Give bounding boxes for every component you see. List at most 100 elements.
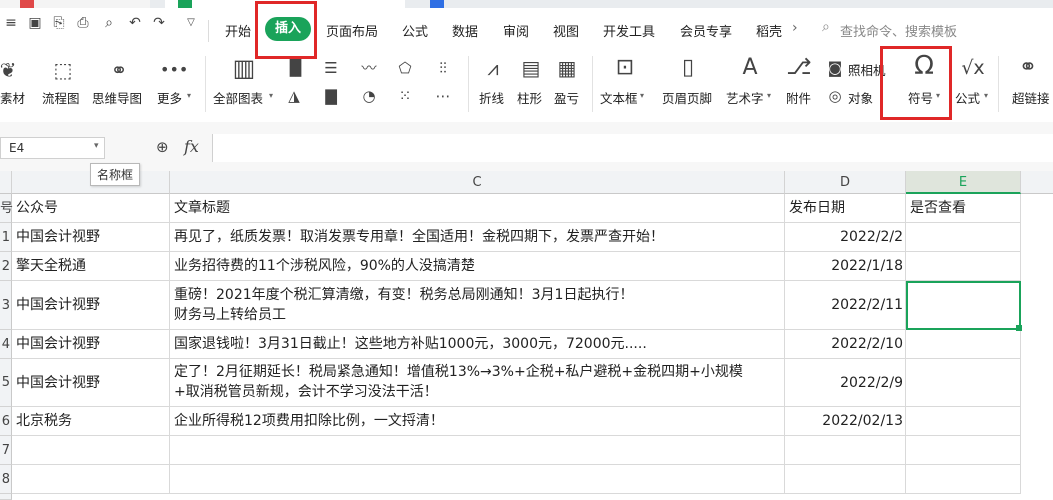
redo-icon[interactable]: ↷ [150, 14, 168, 32]
ribbon-mindmap-label[interactable]: 思维导图 [92, 88, 142, 107]
export-pdf-icon[interactable]: ⎘ [50, 14, 68, 32]
cell-date[interactable]: 2022/1/18 [785, 252, 906, 281]
row-header[interactable]: 1 [0, 223, 12, 252]
tab-member[interactable]: 会员专享 [680, 21, 732, 40]
cell-date[interactable] [785, 465, 906, 494]
ribbon-wordart-label[interactable]: 艺术字 [726, 88, 764, 107]
column-header-d[interactable]: D [785, 171, 906, 194]
combo-chart-icon[interactable]: ▇ [320, 84, 342, 108]
column-header-a[interactable] [0, 171, 12, 194]
cell-account[interactable]: 中国会计视野 [12, 359, 170, 407]
ribbon-textbox-label[interactable]: 文本框 [600, 88, 638, 107]
material-icon[interactable]: ❦ [0, 58, 20, 82]
ribbon-sparkline-column-label[interactable]: 柱形 [517, 88, 542, 107]
cell-title[interactable] [170, 465, 785, 494]
cell-viewed[interactable] [906, 252, 1021, 281]
name-box[interactable]: E4 [0, 137, 105, 159]
tab-developer[interactable]: 开发工具 [603, 21, 655, 40]
cell-viewed[interactable] [906, 436, 1021, 465]
customize-toolbar-icon[interactable]: ▽ [182, 14, 200, 32]
dropdown-arrow-icon[interactable]: ▾ [767, 91, 771, 100]
cell-date[interactable]: 2022/2/9 [785, 359, 906, 407]
column-header-f[interactable] [1021, 171, 1053, 194]
cell-date[interactable]: 2022/2/10 [785, 330, 906, 359]
cell-account[interactable]: 中国会计视野 [12, 281, 170, 330]
ribbon-material-label[interactable]: 素材 [0, 88, 25, 107]
ribbon-flowchart-label[interactable]: 流程图 [42, 88, 80, 107]
cell-date[interactable]: 2022/2/2 [785, 223, 906, 252]
header-cell-viewed[interactable]: 是否查看 [906, 194, 1021, 223]
print-preview-icon[interactable]: ⌕ [100, 14, 118, 32]
camera-icon[interactable]: ◙ [824, 56, 846, 80]
ribbon-sparkline-winloss-label[interactable]: 盈亏 [554, 88, 579, 107]
cell-account[interactable]: 中国会计视野 [12, 223, 170, 252]
row-header[interactable]: 号 [0, 194, 13, 223]
cell-viewed[interactable] [906, 465, 1021, 494]
zoom-icon[interactable]: ⊕ [156, 138, 169, 156]
row-header[interactable]: 4 [0, 330, 12, 359]
scatter-chart-icon[interactable]: ⁙ [394, 84, 416, 108]
area-chart-icon[interactable]: ◮ [284, 84, 304, 108]
wordart-icon[interactable]: A [736, 56, 764, 80]
attachment-icon[interactable]: ⎇ [786, 56, 812, 80]
tab-formulas[interactable]: 公式 [402, 21, 428, 40]
dropdown-arrow-icon[interactable]: ▾ [640, 91, 644, 100]
line-chart-icon[interactable]: 〰 [356, 56, 382, 80]
tab-home[interactable]: 开始 [225, 21, 251, 40]
column-header-e[interactable]: E [906, 171, 1021, 194]
cell-account[interactable] [12, 436, 170, 465]
cell-date[interactable]: 2022/02/13 [785, 407, 906, 436]
sparkline-line-icon[interactable]: ⩘ [478, 56, 508, 80]
cell-title[interactable]: 国家退钱啦！3月31日截止！这些地方补贴1000元，3000元，72000元..… [170, 330, 785, 359]
ribbon-sparkline-line-label[interactable]: 折线 [479, 88, 504, 107]
radar-chart-icon[interactable]: ⬠ [394, 56, 416, 80]
cell-date[interactable] [785, 436, 906, 465]
hyperlink-icon[interactable]: ⚭ [1014, 56, 1042, 80]
object-icon[interactable]: ◎ [824, 84, 846, 108]
insert-function-button[interactable]: fx [184, 137, 199, 156]
dropdown-arrow-icon[interactable]: ▾ [984, 91, 988, 100]
tab-docer[interactable]: 稻壳 [756, 21, 782, 40]
ribbon-all-charts-label[interactable]: 全部图表 [213, 88, 263, 107]
row-header[interactable]: 8 [0, 465, 12, 494]
ribbon-more-label[interactable]: 更多 [157, 88, 182, 107]
row-header[interactable] [0, 494, 12, 500]
cell-account[interactable]: 中国会计视野 [12, 330, 170, 359]
tab-view[interactable]: 视图 [553, 21, 579, 40]
mindmap-icon[interactable]: ⚭ [106, 58, 132, 82]
undo-icon[interactable]: ↶ [126, 14, 144, 32]
tab-review[interactable]: 审阅 [503, 21, 529, 40]
cell-viewed[interactable] [906, 330, 1021, 359]
row-header[interactable]: 2 [0, 252, 12, 281]
dropdown-arrow-icon[interactable]: ▾ [269, 91, 273, 100]
tabs-more-icon[interactable]: › [792, 20, 798, 36]
textbox-icon[interactable]: ⊡ [610, 56, 640, 80]
sparkline-column-icon[interactable]: ▤ [516, 56, 546, 80]
cell-account[interactable]: 北京税务 [12, 407, 170, 436]
active-cell-selection[interactable] [906, 281, 1021, 330]
pie-chart-icon[interactable]: ◔ [356, 84, 382, 108]
print-icon[interactable]: ⎙ [74, 14, 92, 32]
cell-title[interactable]: 业务招待费的11个涉税风险，90%的人没搞清楚 [170, 252, 785, 281]
cell-date[interactable]: 2022/2/11 [785, 281, 906, 330]
row-header[interactable]: 6 [0, 407, 12, 436]
column-chart-icon[interactable]: ▐▌ [284, 56, 307, 80]
equation-icon[interactable]: √x [958, 56, 988, 80]
tab-page-layout[interactable]: 页面布局 [326, 21, 378, 40]
column-header-c[interactable]: C [170, 171, 785, 194]
search-icon[interactable]: ⌕ [822, 19, 830, 35]
bar-chart-icon[interactable]: ▥ [230, 56, 258, 80]
ribbon-attachment-label[interactable]: 附件 [786, 88, 811, 107]
sparkline-winloss-icon[interactable]: ▦ [552, 56, 582, 80]
more-dots-icon[interactable]: ••• [160, 58, 188, 82]
cell-title[interactable] [170, 436, 785, 465]
header-footer-icon[interactable]: ▯ [674, 56, 702, 80]
header-cell-account[interactable]: 公众号 [12, 194, 170, 223]
ribbon-header-footer-label[interactable]: 页眉页脚 [662, 88, 712, 107]
cell-title[interactable]: 定了！2月征期延长！税局紧急通知！增值税13%→3%+企税+私户避税+金税四期+… [170, 359, 785, 407]
fill-handle[interactable] [1016, 325, 1022, 331]
cell-account[interactable]: 擎天全税通 [12, 252, 170, 281]
cell-title[interactable]: 重磅！2021年度个税汇算清缴，有变！税务总局刚通知！3月1日起执行！ 财务马上… [170, 281, 785, 330]
name-box-dropdown-icon[interactable]: ▾ [94, 141, 99, 151]
save-icon[interactable]: ▣ [26, 14, 44, 32]
